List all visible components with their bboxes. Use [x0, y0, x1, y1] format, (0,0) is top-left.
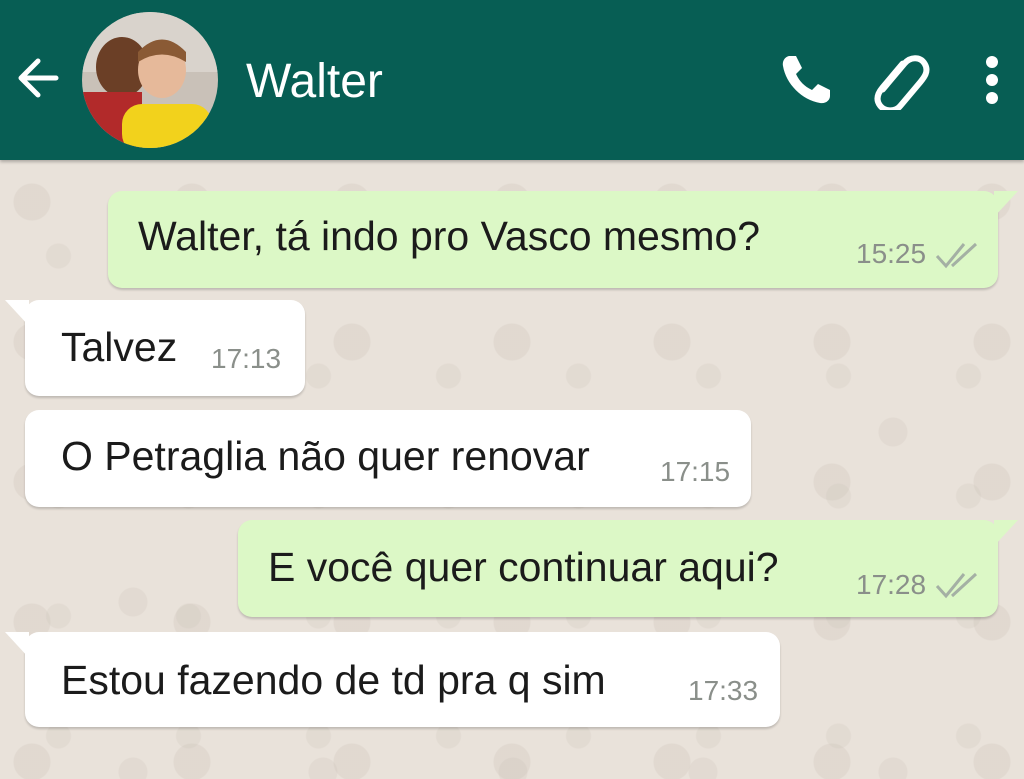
chat-header: Walter: [0, 0, 1024, 160]
message-time: 15:25: [856, 238, 927, 269]
message-bubble-sent[interactable]: E você quer continuar aqui? 17:28: [238, 520, 1018, 617]
back-arrow-icon[interactable]: [12, 52, 64, 104]
message-time: 17:33: [688, 675, 759, 706]
avatar[interactable]: [82, 12, 218, 148]
message-bubble-received[interactable]: Estou fazendo de td pra q sim 17:33: [5, 632, 780, 727]
more-vert-icon[interactable]: [964, 50, 1020, 110]
message-text: Talvez: [61, 324, 178, 370]
message-bubble-sent[interactable]: Walter, tá indo pro Vasco mesmo? 15:25: [108, 191, 1018, 288]
message-time: 17:28: [856, 569, 927, 600]
phone-icon[interactable]: [776, 50, 836, 110]
message-text: O Petraglia não quer renovar: [61, 433, 590, 479]
message-time: 17:13: [211, 343, 282, 374]
message-text: Walter, tá indo pro Vasco mesmo?: [138, 213, 761, 259]
message-bubble-received[interactable]: Talvez 17:13: [5, 300, 305, 396]
bubble-tail: [5, 632, 29, 658]
bubble-tail: [5, 300, 29, 326]
paperclip-icon[interactable]: [866, 50, 930, 114]
message-text: Estou fazendo de td pra q sim: [61, 657, 606, 703]
message-text: E você quer continuar aqui?: [268, 544, 779, 590]
bubble-tail: [994, 191, 1018, 217]
double-check-icon: [935, 242, 978, 269]
double-check-icon: [935, 572, 978, 599]
message-time: 17:15: [660, 456, 731, 487]
contact-name[interactable]: Walter: [246, 52, 383, 112]
message-bubble-received[interactable]: O Petraglia não quer renovar 17:15: [25, 410, 751, 507]
bubble-tail: [994, 520, 1018, 546]
